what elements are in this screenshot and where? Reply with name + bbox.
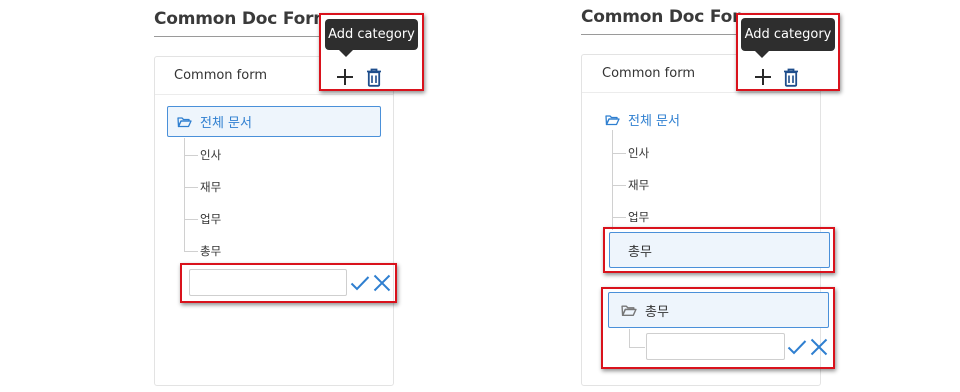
tree-item-selected[interactable]: 총무 <box>609 232 830 268</box>
tree-item[interactable]: 인사 <box>200 147 221 163</box>
page-title: Common Doc Form Mana <box>154 9 320 29</box>
tooltip-text: Add category <box>328 27 415 42</box>
new-category-input[interactable] <box>646 333 785 360</box>
tooltip-arrow <box>755 51 769 58</box>
tree-connector <box>184 251 198 252</box>
tree-connector <box>612 130 613 230</box>
panel-title: Common form <box>602 66 695 81</box>
tree-root-all-documents[interactable]: 전체 문서 <box>167 106 381 137</box>
tree-connector <box>184 219 198 220</box>
tree-item[interactable]: 업무 <box>628 209 649 225</box>
add-category-tooltip: Add category <box>741 18 835 51</box>
selected-folder-label: 총무 <box>645 304 669 320</box>
tree-item[interactable]: 재무 <box>628 177 649 193</box>
tree-root-all-documents[interactable]: 전체 문서 <box>605 110 680 129</box>
trash-icon[interactable] <box>362 65 386 89</box>
tree-connector <box>612 217 626 218</box>
tooltip-text: Add category <box>744 27 832 42</box>
tree-item[interactable]: 재무 <box>200 179 221 195</box>
tooltip-arrow <box>339 50 353 57</box>
tree-item[interactable]: 인사 <box>628 145 649 161</box>
tree-root-label: 전체 문서 <box>628 114 680 129</box>
plus-icon[interactable] <box>333 65 357 89</box>
close-icon[interactable] <box>808 336 830 358</box>
tree-connector <box>629 347 645 348</box>
tree-connector <box>184 155 198 156</box>
check-icon[interactable] <box>349 272 371 294</box>
folder-open-icon <box>177 116 192 128</box>
tree-connector <box>612 153 626 154</box>
close-icon[interactable] <box>371 272 393 294</box>
panel-title: Common form <box>174 68 267 83</box>
plus-icon[interactable] <box>751 65 775 89</box>
folder-open-icon <box>621 304 637 317</box>
add-category-tooltip: Add category <box>325 19 418 50</box>
selected-item-label: 총무 <box>628 244 652 260</box>
trash-icon[interactable] <box>779 65 803 89</box>
new-category-input[interactable] <box>189 269 347 296</box>
tree-item[interactable]: 업무 <box>200 211 221 227</box>
tree-connector <box>184 187 198 188</box>
tree-folder-selected[interactable]: 총무 <box>608 292 829 328</box>
page-title: Common Doc Form Mana <box>581 7 741 27</box>
folder-open-icon <box>605 114 620 126</box>
tree-item[interactable]: 총무 <box>200 243 221 259</box>
tree-connector <box>612 185 626 186</box>
check-icon[interactable] <box>786 336 808 358</box>
tree-root-label: 전체 문서 <box>200 116 252 131</box>
tree-connector <box>629 329 630 347</box>
